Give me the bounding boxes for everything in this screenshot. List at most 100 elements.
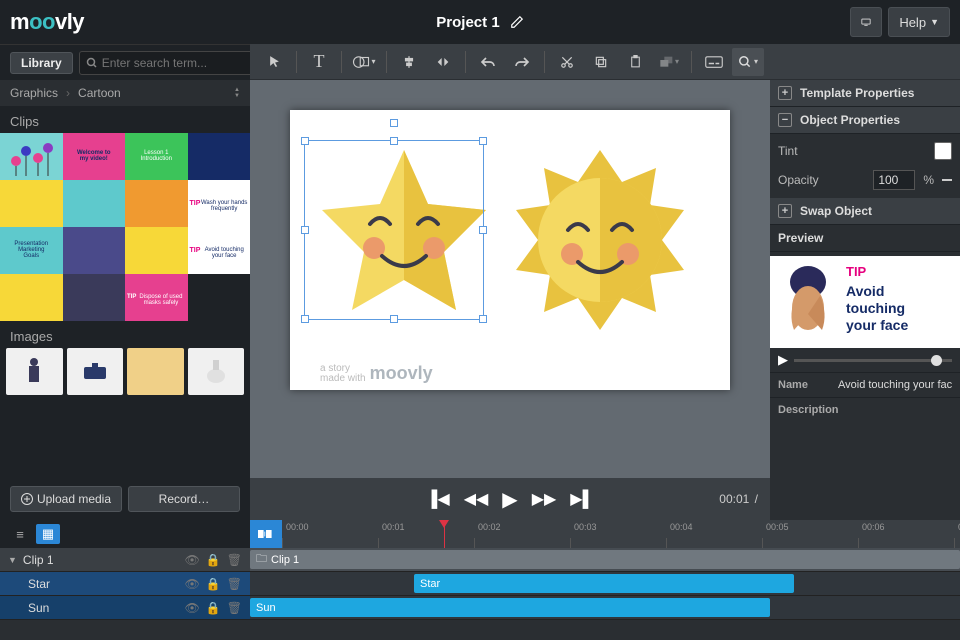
timeline-row-sun[interactable]: Sun 👁 🔒 🗑 Sun	[0, 596, 960, 620]
redo-button[interactable]	[506, 48, 538, 76]
edit-title-icon[interactable]	[510, 15, 524, 29]
clip-thumb[interactable]	[0, 180, 63, 227]
sun-object[interactable]	[500, 140, 700, 340]
resize-handle[interactable]	[479, 226, 487, 234]
clip-thumb[interactable]	[188, 133, 251, 180]
zoom-button[interactable]: ▾	[732, 48, 764, 76]
visibility-icon[interactable]: 👁	[185, 601, 200, 615]
clip-thumb[interactable]	[63, 227, 126, 274]
clip-folder-bar[interactable]: 🗀 Clip 1	[250, 550, 960, 569]
rewind-button[interactable]: ◀◀	[464, 489, 489, 509]
image-thumb[interactable]	[6, 348, 63, 395]
stage[interactable]: a story made with moovly	[290, 110, 730, 390]
resize-handle[interactable]	[479, 315, 487, 323]
list-view-button[interactable]: ≡	[8, 524, 32, 544]
image-thumb[interactable]	[67, 348, 124, 395]
clip-thumb[interactable]: TIPDispose of used masks safely	[125, 274, 188, 321]
timeline-row-star[interactable]: Star 👁 🔒 🗑 Star	[0, 572, 960, 596]
snap-button[interactable]	[250, 520, 282, 548]
clip-thumb[interactable]	[0, 274, 63, 321]
expand-icon[interactable]: +	[778, 86, 792, 100]
canvas-viewport[interactable]: a story made with moovly	[250, 80, 770, 478]
template-properties-header[interactable]: + Template Properties	[770, 80, 960, 107]
preview-button[interactable]	[850, 7, 882, 37]
clip-thumb[interactable]: PresentationMarketingGoals	[0, 227, 63, 274]
visibility-icon[interactable]: 👁	[185, 577, 200, 591]
align-center-tool[interactable]	[393, 48, 425, 76]
preview-slider[interactable]	[794, 359, 952, 362]
clip-thumb[interactable]: Lesson 1Introduction	[125, 133, 188, 180]
subtitle-button[interactable]	[698, 48, 730, 76]
resize-handle[interactable]	[479, 137, 487, 145]
resize-handle[interactable]	[301, 137, 309, 145]
name-field: Name Avoid touching your face	[770, 372, 960, 397]
preview-play-button[interactable]: ▶	[778, 352, 788, 368]
undo-button[interactable]	[472, 48, 504, 76]
library-breadcrumb[interactable]: Graphics › Cartoon ▲▼	[0, 80, 250, 106]
delete-icon[interactable]: 🗑	[227, 601, 242, 615]
selection-box[interactable]	[304, 140, 484, 320]
clip-thumb[interactable]	[63, 180, 126, 227]
select-tool[interactable]	[258, 48, 290, 76]
clip-thumb[interactable]	[125, 180, 188, 227]
clip-bar-sun[interactable]: Sun	[250, 598, 770, 617]
sort-icon[interactable]: ▲▼	[234, 87, 240, 99]
upload-media-button[interactable]: Upload media	[10, 486, 122, 512]
crumb-leaf[interactable]: Cartoon	[78, 86, 121, 100]
timeline-row-parent[interactable]: ▼ Clip 1 👁 🔒 🗑 🗀 Clip 1	[0, 548, 960, 572]
help-button[interactable]: Help ▼	[888, 7, 950, 37]
copy-button[interactable]	[585, 48, 617, 76]
crumb-root[interactable]: Graphics	[10, 86, 58, 100]
lock-icon[interactable]: 🔒	[206, 553, 221, 567]
grid-view-button[interactable]: ▦	[36, 524, 60, 544]
skip-start-button[interactable]: ▐◀	[426, 489, 450, 509]
delete-icon[interactable]: 🗑	[227, 553, 242, 567]
lock-icon[interactable]: 🔒	[206, 601, 221, 615]
playhead[interactable]	[444, 520, 445, 548]
image-thumb[interactable]	[188, 348, 245, 395]
opacity-input[interactable]	[873, 170, 915, 190]
library-button[interactable]: Library	[10, 52, 73, 74]
resize-handle[interactable]	[301, 226, 309, 234]
swap-object-header[interactable]: + Swap Object	[770, 198, 960, 225]
clip-thumb[interactable]	[125, 227, 188, 274]
preview-thumbnail[interactable]: TIP Avoid touching your face	[770, 256, 960, 348]
opacity-slider[interactable]	[942, 179, 952, 181]
clip-thumb[interactable]	[63, 274, 126, 321]
collapse-icon[interactable]: ▼	[8, 555, 17, 565]
clip-thumb[interactable]	[0, 133, 63, 180]
clip-thumb[interactable]: Welcome tomy video!	[63, 133, 126, 180]
shape-tool[interactable]: ▾	[348, 48, 380, 76]
lock-icon[interactable]: 🔒	[206, 577, 221, 591]
secondary-bar: Library ⤢ T ▾ ▾ ▾	[0, 44, 960, 80]
clips-section-label: Clips	[0, 106, 250, 133]
record-button[interactable]: Record…	[128, 486, 240, 512]
library-search[interactable]	[79, 51, 264, 75]
image-thumb[interactable]	[127, 348, 184, 395]
slider-knob[interactable]	[931, 355, 942, 366]
flip-tool[interactable]	[427, 48, 459, 76]
cut-button[interactable]	[551, 48, 583, 76]
forward-button[interactable]: ▶▶	[532, 489, 557, 509]
resize-handle[interactable]	[390, 315, 398, 323]
rotate-handle[interactable]	[390, 119, 398, 127]
resize-handle[interactable]	[301, 315, 309, 323]
clip-thumb[interactable]: TIPAvoid touching your face	[188, 227, 251, 274]
text-tool[interactable]: T	[303, 48, 335, 76]
visibility-icon[interactable]: 👁	[185, 553, 200, 567]
collapse-icon[interactable]: −	[778, 113, 792, 127]
clip-bar-star[interactable]: Star	[414, 574, 794, 593]
object-properties-header[interactable]: − Object Properties	[770, 107, 960, 134]
tint-swatch[interactable]	[934, 142, 952, 160]
delete-icon[interactable]: 🗑	[227, 577, 242, 591]
paste-button[interactable]	[619, 48, 651, 76]
resize-handle[interactable]	[390, 137, 398, 145]
clip-thumb[interactable]: TIPWash your hands frequently	[188, 180, 251, 227]
expand-icon[interactable]: +	[778, 204, 792, 218]
search-input[interactable]	[102, 56, 257, 70]
skip-end-button[interactable]: ▶▌	[570, 489, 594, 509]
watermark: a story made with moovly	[320, 363, 433, 384]
timeline-ruler[interactable]: 00:0000:0100:0200:0300:0400:0500:0600:07	[282, 520, 960, 548]
play-button[interactable]: ▶	[502, 487, 517, 512]
arrange-button[interactable]: ▾	[653, 48, 685, 76]
